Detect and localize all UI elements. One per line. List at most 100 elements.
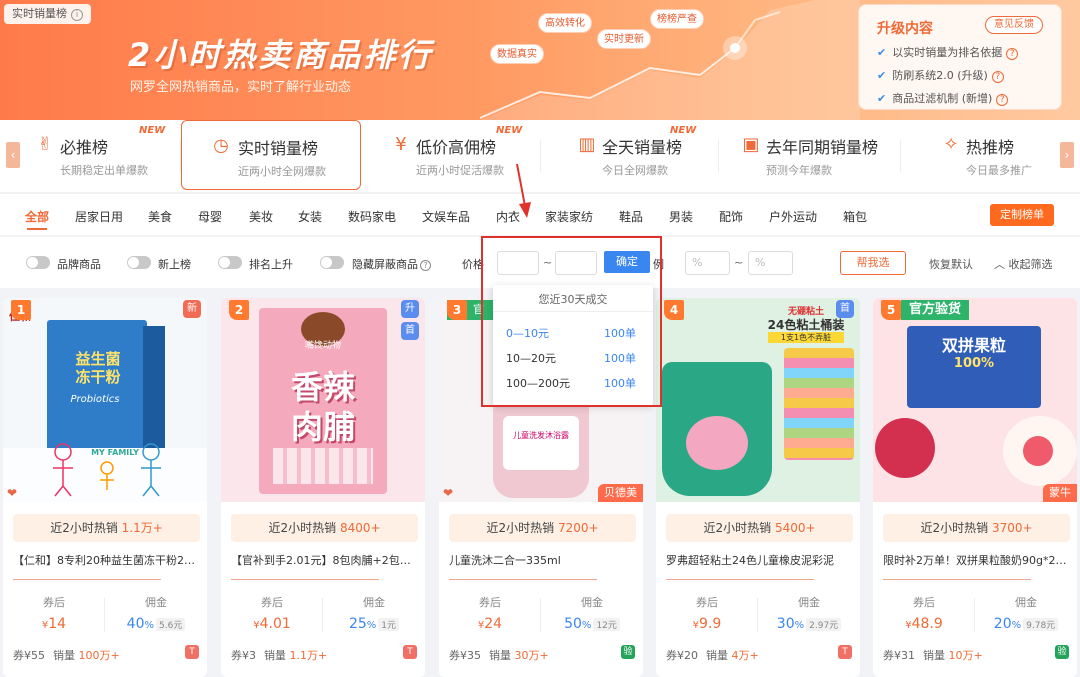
dropdown-option[interactable]: 100—200元 100单: [506, 375, 636, 391]
thumb-icon: ✌: [37, 134, 53, 155]
brand-toggle[interactable]: [26, 256, 50, 269]
check-icon: ✔: [877, 69, 887, 82]
bar-chart-icon: ▥: [578, 134, 596, 155]
commission: 佣金 30% 2.97元: [758, 594, 860, 632]
category-item[interactable]: 配饰: [719, 208, 743, 225]
dropdown-option[interactable]: 10—20元 100单: [506, 350, 636, 366]
product-name[interactable]: 【仁和】8专利20种益生菌冻干粉20条: [13, 552, 201, 568]
info-icon[interactable]: i: [71, 9, 83, 21]
rank-tab-must-push[interactable]: ✌ 必推榜 NEW 长期稳定出单爆款: [34, 120, 174, 192]
category-item[interactable]: 箱包: [843, 208, 867, 225]
product-name[interactable]: 限时补2万单！双拼果粒酸奶90g*24杯: [883, 552, 1071, 568]
verified-icon: 验: [621, 645, 635, 659]
collapse-filter-button[interactable]: ︿ 收起筛选: [994, 256, 1053, 272]
category-item[interactable]: 文娱车品: [422, 208, 470, 225]
ratio-max-input[interactable]: %: [748, 251, 793, 275]
toggle-label: 排名上升: [249, 258, 293, 271]
prev-arrow-button[interactable]: ‹: [6, 142, 20, 168]
category-item[interactable]: 美妆: [249, 208, 273, 225]
clay-colors: [784, 348, 854, 460]
divider: [13, 579, 161, 580]
new-toggle[interactable]: [127, 256, 151, 269]
divider: [718, 140, 719, 172]
rank-tab-hot-push[interactable]: ✧ 热推榜 今日最多推广: [940, 120, 1050, 192]
product-name[interactable]: 【官补到手2.01元】8包肉脯+2包素...: [231, 552, 419, 568]
rank-tab-full-day[interactable]: ▥ 全天销量榜 NEW 今日全网爆款: [576, 120, 716, 192]
help-me-choose-button[interactable]: 帮我选: [840, 251, 906, 275]
product-card[interactable]: 嘴馋动物 香辣 肉脯 2 升 首 近2小时热销 8400+ 【官补到手2.01元…: [221, 298, 425, 677]
coupon-price: 券后 ¥9.9: [692, 596, 722, 632]
coupon-price: 券后 ¥48.9: [905, 596, 943, 632]
confirm-price-button[interactable]: 确定: [604, 251, 650, 273]
upgrade-item: ✔ 以实时销量为排名依据?: [877, 41, 1019, 64]
pointer-arrow-icon: [516, 163, 531, 218]
upgrade-panel: 升级内容 意见反馈 ✔ 以实时销量为排名依据? ✔ 防刷系统2.0 (升级)? ✔ 商…: [858, 4, 1062, 110]
art-text: 肉脯: [290, 408, 355, 446]
feedback-button[interactable]: 意见反馈: [985, 16, 1043, 34]
category-item[interactable]: 母婴: [198, 208, 222, 225]
product-image[interactable]: 仁和 益生菌 冻干粉 Probiotics MY FAMILY: [3, 298, 207, 502]
coupon-sales: 券¥3 销量 1.1万+: [231, 649, 328, 662]
hide-blocked-toggle[interactable]: [320, 256, 344, 269]
category-item[interactable]: 数码家电: [348, 208, 396, 225]
help-icon[interactable]: ?: [991, 71, 1004, 83]
dropdown-option[interactable]: 0—10元 100单: [506, 325, 636, 341]
category-item[interactable]: 家装家纺: [545, 208, 593, 225]
price-min-input[interactable]: [497, 251, 539, 275]
heart-icon[interactable]: ❤: [7, 486, 17, 500]
product-name[interactable]: 儿童洗沐二合一335ml: [449, 552, 637, 568]
bubble-tag: 数据真实: [490, 44, 544, 64]
rank-tab-realtime[interactable]: ◷ 实时销量榜 近两小时全网爆款: [181, 120, 361, 190]
hot-sales-bar: 近2小时热销 8400+: [231, 514, 418, 542]
reset-default-button[interactable]: 恢复默认: [929, 256, 973, 272]
help-icon[interactable]: ?: [996, 94, 1009, 106]
product-image[interactable]: 嘴馋动物 香辣 肉脯: [221, 298, 425, 502]
art-text: 100%: [953, 356, 995, 371]
help-icon[interactable]: ?: [1006, 48, 1019, 60]
category-item[interactable]: 女装: [298, 208, 322, 225]
product-image[interactable]: 官方验货 双拼果粒 100%: [873, 298, 1077, 502]
product-name[interactable]: 罗弗超轻粘土24色儿童橡皮泥彩泥: [666, 552, 854, 568]
price-max-input[interactable]: [555, 251, 597, 275]
coupon-sales: 券¥55 销量 100万+: [13, 649, 120, 662]
upgrade-item: ✔ 防刷系统2.0 (升级)?: [877, 64, 1018, 87]
product-card[interactable]: 仁和 益生菌 冻干粉 Probiotics MY FAMILY 1 新 ❤ 近2…: [3, 298, 207, 677]
category-all[interactable]: 全部: [25, 208, 49, 230]
calendar-icon: ▣: [742, 134, 760, 155]
hot-sales-bar: 近2小时热销 1.1万+: [13, 514, 200, 542]
tmall-icon: T: [403, 645, 417, 659]
family-drawing: [53, 443, 161, 497]
new-badge: 新: [183, 300, 201, 318]
coupon-price: 券后 ¥4.01: [253, 596, 291, 632]
product-card[interactable]: 官方验货 双拼果粒 100% 5 蒙牛 近2小时热销 3700+ 限时补2万单！…: [873, 298, 1077, 677]
category-item[interactable]: 男装: [669, 208, 693, 225]
rank-up-toggle[interactable]: [218, 256, 242, 269]
category-item[interactable]: 户外运动: [769, 208, 817, 225]
rank-badge: 3: [447, 300, 467, 320]
hot-sales-bar: 近2小时热销 7200+: [449, 514, 636, 542]
heart-icon[interactable]: ❤: [443, 486, 453, 500]
help-icon[interactable]: ?: [420, 260, 431, 271]
chevron-up-icon: ︿: [994, 258, 1009, 271]
category-item[interactable]: 鞋品: [619, 208, 643, 225]
rank-tab-last-year[interactable]: ▣ 去年同期销量榜 预测今年爆款: [740, 120, 900, 192]
bubble-tag: 高效转化: [538, 13, 592, 33]
art-text: 冻干粉: [75, 368, 121, 386]
category-item[interactable]: 美食: [148, 208, 172, 225]
upgrade-title: 升级内容: [877, 21, 933, 37]
toggle-label: 品牌商品: [57, 258, 101, 271]
product-card[interactable]: 无硼粘土 24色粘土桶装 1支1色不弄脏 4 首 近2小时热销 5400+ 罗弗…: [656, 298, 860, 677]
art-text: Probiotics: [70, 394, 120, 405]
category-item[interactable]: 居家日用: [75, 208, 123, 225]
divider: [900, 140, 901, 172]
category-bar: 全部 居家日用 美食 母婴 美妆 女装 数码家电 文娱车品 内衣 家装家纺 鞋品…: [0, 193, 1080, 235]
fire-icon: ✧: [943, 134, 959, 155]
custom-list-button[interactable]: 定制榜单: [990, 204, 1054, 226]
price-label: 价格: [462, 258, 484, 271]
next-arrow-button[interactable]: ›: [1060, 142, 1074, 168]
berry-decoration: [875, 418, 935, 478]
range-separator: ~: [734, 256, 744, 269]
ratio-min-input[interactable]: %: [685, 251, 730, 275]
product-image[interactable]: 无硼粘土 24色粘土桶装 1支1色不弄脏: [656, 298, 860, 502]
commission: 佣金 20% 9.78元: [975, 594, 1077, 632]
